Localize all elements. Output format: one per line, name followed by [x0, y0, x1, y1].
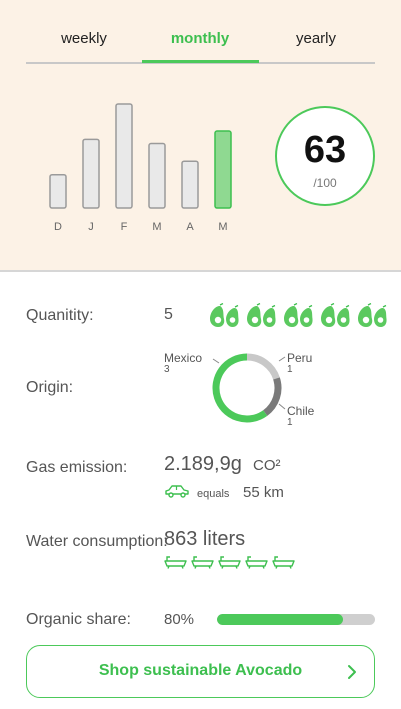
gas-emission-unit: CO² [253, 457, 281, 474]
bathtub-icon [272, 556, 295, 569]
donut-slice-mexico[interactable] [212, 353, 268, 423]
avocado-icon [284, 303, 313, 327]
gas-emission-label: Gas emission: [26, 459, 128, 476]
bathtub-icons [164, 555, 295, 569]
shop-sustainable-avocado-button[interactable]: Shop sustainable Avocado [26, 645, 375, 698]
organic-share-label: Organic share: [26, 611, 131, 628]
chart-bar-a-4[interactable] [181, 160, 199, 209]
quantity-value: 5 [164, 306, 173, 323]
origin-peru-name: Peru [287, 351, 313, 365]
score-max: /100 [313, 176, 337, 190]
chart-bar-f-2[interactable] [115, 103, 133, 209]
origin-label: Origin: [26, 379, 74, 396]
avocado-icon [210, 303, 239, 327]
origin-chile-name: Chile [287, 404, 315, 418]
chart-tick-label: A [186, 221, 194, 233]
chart-tick-label: M [218, 221, 227, 233]
organic-share-progress-fill [217, 614, 344, 625]
chevron-right-icon [348, 665, 356, 679]
bathtub-icon [164, 556, 187, 569]
tab-yearly[interactable]: yearly [258, 30, 374, 47]
car-icon [165, 485, 189, 498]
origin-mexico-count: 3 [164, 364, 170, 375]
chart-bar-m-3[interactable] [148, 142, 166, 209]
bathtub-icon [191, 556, 214, 569]
water-consumption-label: Water consumption: [26, 533, 168, 550]
origin-chile-count: 1 [287, 417, 293, 428]
chart-tick-label: F [121, 221, 128, 233]
gas-emission-value: 2.189,9g [164, 453, 242, 475]
origin-mexico-name: Mexico [164, 351, 203, 365]
top-panel: weekly monthly yearly D J F M A M 63 /100 [0, 0, 401, 272]
tab-weekly[interactable]: weekly [26, 30, 142, 47]
chart-tick-label: M [152, 221, 161, 233]
donut-slice-peru[interactable] [246, 353, 280, 380]
avocado-icon [321, 303, 350, 327]
chart-tick-label: D [54, 221, 62, 233]
avocado-icon [247, 303, 276, 327]
tab-monthly[interactable]: monthly [142, 30, 258, 47]
chart-tick-label: J [88, 221, 94, 233]
organic-share-progress [217, 614, 375, 625]
score-circle: 63 /100 [275, 106, 375, 206]
chart-bar-j-1[interactable] [82, 138, 100, 209]
donut-slice-chile[interactable] [263, 377, 282, 416]
period-tabs: weekly monthly yearly [26, 24, 375, 64]
bathtub-icon [245, 556, 268, 569]
monthly-score-chart: DJFMAM [49, 103, 232, 233]
distance-value: 55 km [243, 484, 284, 501]
bathtub-icon [218, 556, 241, 569]
avocado-icons [207, 303, 389, 329]
organic-share-value: 80% [164, 611, 195, 628]
chart-bar-m-5[interactable] [214, 130, 232, 209]
score-value: 63 [303, 129, 347, 171]
quantity-label: Quanitity: [26, 307, 94, 324]
active-tab-indicator [142, 60, 259, 63]
shop-button-label: Shop sustainable Avocado [98, 662, 303, 679]
water-consumption-value: 863 liters [164, 528, 246, 550]
origin-peru-count: 1 [287, 364, 293, 375]
origin-donut-chart [212, 353, 282, 423]
equals-text: equals [197, 488, 230, 500]
avocado-icon [358, 303, 387, 327]
chart-bar-d-0[interactable] [49, 173, 67, 209]
